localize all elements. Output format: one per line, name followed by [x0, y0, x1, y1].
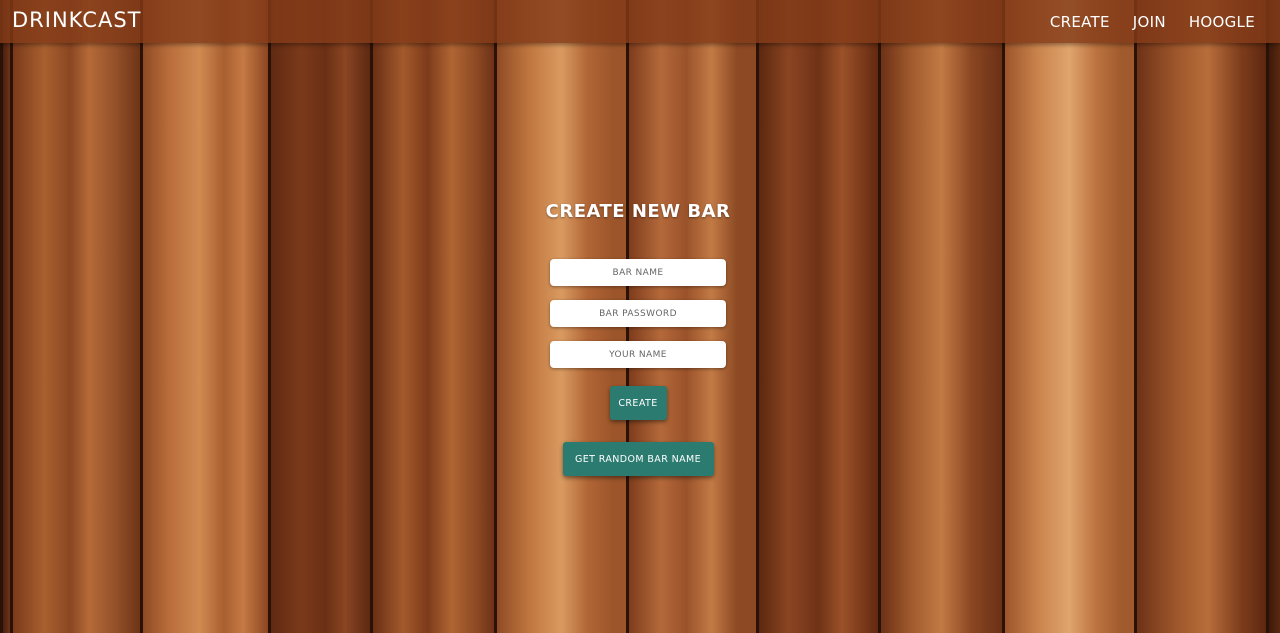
your-name-input[interactable] — [550, 341, 726, 368]
random-bar-name-button[interactable]: GET RANDOM BAR NAME — [562, 442, 714, 476]
brand-logo[interactable]: DRINKCAST — [12, 8, 141, 32]
wood-plank — [756, 0, 878, 633]
wood-plank — [1266, 0, 1280, 633]
wood-plank — [0, 0, 10, 633]
nav-link-join[interactable]: JOIN — [1133, 12, 1166, 32]
nav-link-create[interactable]: CREATE — [1050, 12, 1110, 32]
navbar: DRINKCAST CREATE JOIN HOOGLE — [0, 0, 1280, 43]
wood-plank — [268, 0, 370, 633]
nav-link-hoogle[interactable]: HOOGLE — [1189, 12, 1255, 32]
nav-links: CREATE JOIN HOOGLE — [1050, 12, 1255, 32]
wood-plank — [10, 0, 140, 633]
wood-plank — [140, 0, 268, 633]
wood-plank — [1002, 0, 1134, 633]
wood-plank — [1134, 0, 1266, 633]
form-title: CREATE NEW BAR — [545, 201, 731, 222]
bar-password-input[interactable] — [550, 300, 726, 327]
create-button[interactable]: CREATE — [609, 386, 667, 420]
bar-name-input[interactable] — [550, 259, 726, 286]
wood-plank — [878, 0, 1002, 633]
wood-plank — [370, 0, 494, 633]
create-bar-form: CREATE NEW BAR CREATE GET RANDOM BAR NAM… — [540, 198, 736, 476]
